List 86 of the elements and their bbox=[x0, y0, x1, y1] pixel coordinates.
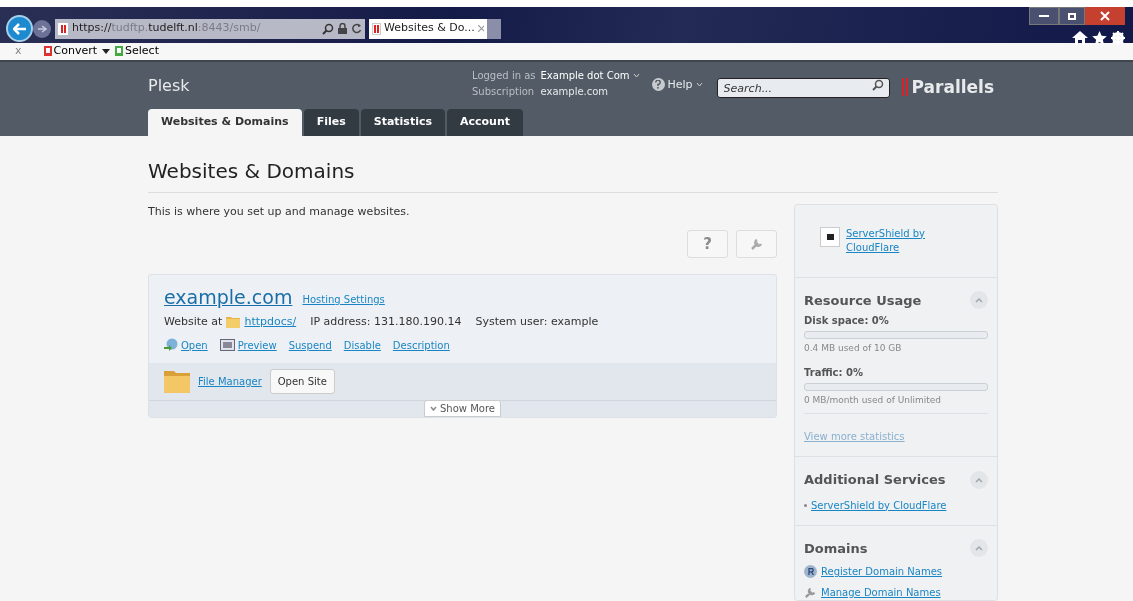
folder-icon bbox=[164, 369, 190, 393]
help-menu[interactable]: Help bbox=[651, 76, 703, 93]
caret-icon bbox=[430, 405, 437, 411]
close-toolbar-button[interactable]: x bbox=[15, 43, 22, 60]
domain-link[interactable]: Register Domain Names bbox=[821, 564, 943, 579]
website-at-label: Website at bbox=[164, 314, 223, 330]
home-icon[interactable] bbox=[1072, 31, 1088, 46]
close-icon bbox=[1100, 11, 1110, 22]
site-icon bbox=[58, 22, 68, 35]
folder-icon bbox=[226, 316, 241, 329]
docroot-link[interactable]: httpdocs/ bbox=[244, 314, 297, 331]
new-tab-button[interactable] bbox=[487, 18, 501, 39]
logged-in-label: Logged in as bbox=[472, 68, 536, 83]
registered-icon bbox=[804, 565, 817, 578]
toolbar-button[interactable]: Convert bbox=[43, 43, 97, 60]
lock-icon bbox=[338, 23, 347, 34]
subscription-value: example.com bbox=[540, 84, 610, 99]
url-text: https://tudftp.tudelft.nl:8443/smb/ bbox=[72, 20, 262, 37]
close-button[interactable] bbox=[1085, 7, 1125, 26]
forward-button[interactable] bbox=[33, 19, 51, 38]
tab-title: Websites & Do... bbox=[384, 20, 475, 37]
address-bar[interactable]: https://tudftp.tudelft.nl:8443/smb/ bbox=[55, 18, 365, 39]
meter-note: 0 MB/month used of Unlimited bbox=[804, 393, 942, 407]
domain-name-link[interactable]: example.com bbox=[164, 285, 293, 309]
search-field[interactable]: Search... bbox=[716, 78, 890, 98]
restore-button[interactable] bbox=[1059, 7, 1085, 26]
section-title: Resource Usage bbox=[804, 291, 922, 310]
help-icon bbox=[651, 78, 665, 92]
nav-tab[interactable]: Account bbox=[447, 108, 524, 136]
refresh-icon[interactable] bbox=[351, 23, 362, 34]
section-title: Additional Services bbox=[804, 471, 946, 489]
caret-icon bbox=[975, 297, 983, 304]
section-title: Domains bbox=[804, 539, 868, 558]
action-link[interactable]: Suspend bbox=[288, 337, 332, 353]
domain-link[interactable]: Manage Domain Names bbox=[821, 585, 941, 600]
action-link[interactable]: Preview bbox=[237, 337, 277, 353]
statistics-link[interactable]: View more statistics bbox=[804, 431, 905, 442]
nav-tab[interactable]: Statistics bbox=[360, 108, 445, 136]
nav-tab[interactable]: Files bbox=[303, 108, 359, 136]
document-icon bbox=[43, 46, 53, 57]
action-link[interactable]: Description bbox=[392, 337, 450, 353]
service-link[interactable]: ServerShield by CloudFlare bbox=[811, 497, 947, 513]
page-description: This is where you set up and manage websites. bbox=[148, 203, 411, 220]
meter-label: Disk space: 0% bbox=[804, 314, 890, 328]
subscription-label: Subscription bbox=[472, 84, 536, 99]
wrench-icon bbox=[804, 586, 817, 599]
dropdown-icon[interactable] bbox=[102, 48, 110, 54]
search-icon[interactable] bbox=[322, 22, 334, 35]
caret-icon bbox=[632, 73, 640, 78]
brand-title: Plesk bbox=[148, 74, 191, 97]
star-icon[interactable] bbox=[1092, 31, 1107, 46]
document-icon bbox=[115, 46, 124, 57]
caret-icon bbox=[975, 476, 983, 483]
caret-icon bbox=[695, 82, 703, 88]
shield-icon bbox=[820, 226, 840, 247]
hosting-settings-link[interactable]: Hosting Settings bbox=[302, 292, 385, 307]
meter-label: Traffic: 0% bbox=[804, 365, 864, 380]
meter-note: 0.4 MB used of 10 GB bbox=[804, 342, 903, 355]
user-menu[interactable]: Example dot Com bbox=[540, 67, 640, 84]
nav-tab[interactable]: Websites & Domains bbox=[148, 108, 302, 136]
close-icon[interactable] bbox=[477, 25, 484, 32]
search-icon[interactable] bbox=[871, 78, 884, 91]
wrench-icon bbox=[749, 237, 764, 251]
open-site-button[interactable]: Open Site bbox=[269, 368, 335, 394]
help-button[interactable]: ? bbox=[687, 230, 728, 258]
ip-address: IP address: 131.180.190.14 bbox=[310, 314, 462, 330]
settings-icon[interactable] bbox=[1111, 31, 1125, 46]
system-user: System user: example bbox=[475, 314, 599, 330]
globe-icon bbox=[164, 338, 178, 352]
arrow-icon bbox=[37, 24, 47, 33]
minimize-button[interactable] bbox=[1029, 7, 1059, 26]
back-button[interactable] bbox=[6, 15, 33, 42]
promo-link[interactable]: ServerShield by CloudFlare bbox=[846, 226, 936, 255]
caret-icon bbox=[975, 545, 983, 552]
site-icon bbox=[372, 22, 382, 35]
action-link[interactable]: Open bbox=[181, 337, 208, 353]
arrow-icon bbox=[12, 22, 27, 35]
preview-icon bbox=[219, 339, 235, 351]
browser-tab[interactable]: Websites & Do... bbox=[369, 18, 487, 39]
restore-icon bbox=[1068, 12, 1076, 20]
parallels-logo: Parallels bbox=[901, 74, 995, 100]
minimize-icon bbox=[1039, 15, 1049, 18]
page-title: Websites & Domains bbox=[148, 155, 998, 193]
action-link[interactable]: Disable bbox=[343, 337, 381, 353]
toolbar-button[interactable]: Select bbox=[115, 43, 159, 60]
file-manager-link[interactable]: File Manager bbox=[198, 373, 262, 389]
